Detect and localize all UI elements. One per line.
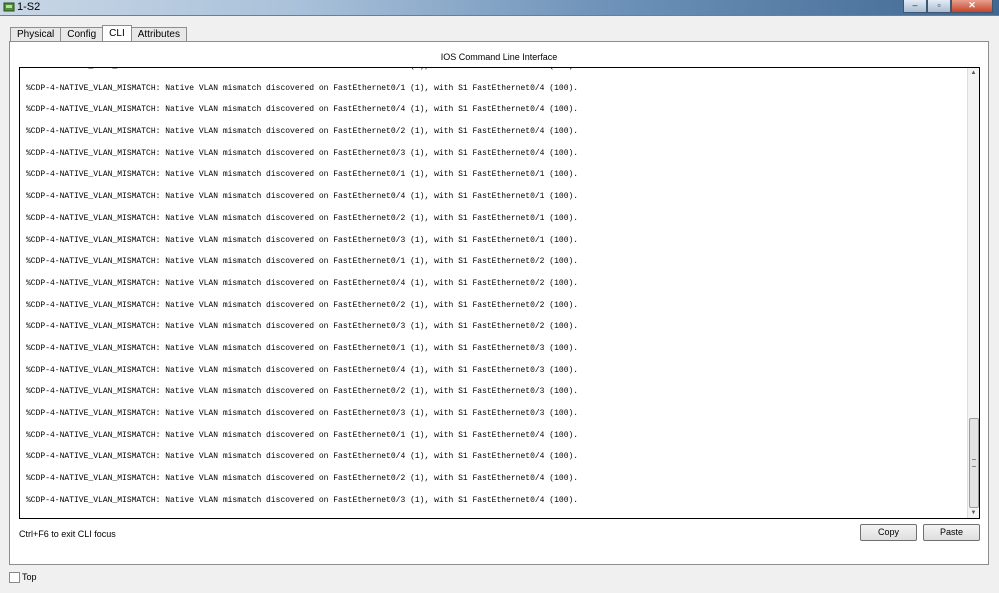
top-label: Top <box>22 572 37 582</box>
top-checkbox[interactable] <box>9 572 20 583</box>
cli-line: %CDP-4-NATIVE_VLAN_MISMATCH: Native VLAN… <box>26 365 579 375</box>
cli-line: %CDP-4-NATIVE_VLAN_MISMATCH: Native VLAN… <box>26 387 579 397</box>
vertical-scrollbar[interactable]: ▲ ▼ <box>967 68 979 518</box>
copy-button[interactable]: Copy <box>860 524 917 541</box>
title-bar: 1-S2 – ▫ ✕ <box>0 0 999 16</box>
maximize-button[interactable]: ▫ <box>927 0 951 13</box>
cli-caption: IOS Command Line Interface <box>440 52 558 62</box>
window-controls: – ▫ ✕ <box>903 0 993 13</box>
device-tabs: Physical Config CLI Attributes <box>10 25 187 42</box>
grip-icon <box>972 459 976 467</box>
cli-console[interactable]: %CDP-4-NATIVE_VLAN_MISMATCH: Native VLAN… <box>19 67 980 519</box>
close-button[interactable]: ✕ <box>951 0 993 13</box>
cli-panel: IOS Command Line Interface %CDP-4-NATIVE… <box>9 41 989 565</box>
cli-line: %CDP-4-NATIVE_VLAN_MISMATCH: Native VLAN… <box>26 257 579 267</box>
cli-output: %CDP-4-NATIVE_VLAN_MISMATCH: Native VLAN… <box>26 68 579 518</box>
minimize-button[interactable]: – <box>903 0 927 13</box>
cli-line: %CDP-4-NATIVE_VLAN_MISMATCH: Native VLAN… <box>26 495 579 505</box>
cli-line: %CDP-4-NATIVE_VLAN_MISMATCH: Native VLAN… <box>26 192 579 202</box>
packet-tracer-icon <box>3 2 15 12</box>
scroll-down-arrow-icon[interactable]: ▼ <box>968 508 979 518</box>
paste-button[interactable]: Paste <box>923 524 980 541</box>
cli-line: %CDP-4-NATIVE_VLAN_MISMATCH: Native VLAN… <box>26 474 579 484</box>
exit-cli-hint: Ctrl+F6 to exit CLI focus <box>19 529 116 539</box>
tab-cli[interactable]: CLI <box>102 25 132 42</box>
cli-line: %CDP-4-NATIVE_VLAN_MISMATCH: Native VLAN… <box>26 68 578 85</box>
cli-line: %CDP-4-NATIVE_VLAN_MISMATCH: Native VLAN… <box>26 343 579 353</box>
scroll-thumb[interactable] <box>969 418 979 508</box>
tab-attributes[interactable]: Attributes <box>130 27 187 41</box>
tab-config[interactable]: Config <box>60 27 104 41</box>
cli-line: %CDP-4-NATIVE_VLAN_MISMATCH: Native VLAN… <box>26 452 579 462</box>
cli-line: %CDP-4-NATIVE_VLAN_MISMATCH: Native VLAN… <box>26 83 579 93</box>
cli-line: %CDP-4-NATIVE_VLAN_MISMATCH: Native VLAN… <box>26 300 579 310</box>
cli-line: %CDP-4-NATIVE_VLAN_MISMATCH: Native VLAN… <box>26 148 579 158</box>
cli-line: %CDP-4-NATIVE_VLAN_MISMATCH: Native VLAN… <box>26 213 579 223</box>
cli-line: %CDP-4-NATIVE_VLAN_MISMATCH: Native VLAN… <box>26 409 579 418</box>
cli-line: %CDP-4-NATIVE_VLAN_MISMATCH: Native VLAN… <box>26 322 579 332</box>
scroll-up-arrow-icon[interactable]: ▲ <box>968 68 979 78</box>
cli-line: %CDP-4-NATIVE_VLAN_MISMATCH: Native VLAN… <box>26 278 579 288</box>
cli-line: %CDP-4-NATIVE_VLAN_MISMATCH: Native VLAN… <box>26 105 579 115</box>
cli-line: %CDP-4-NATIVE_VLAN_MISMATCH: Native VLAN… <box>26 127 579 137</box>
cli-line: %CDP-4-NATIVE_VLAN_MISMATCH: Native VLAN… <box>26 170 579 180</box>
window-title: 1-S2 <box>17 1 41 13</box>
cli-line: %CDP-4-NATIVE_VLAN_MISMATCH: Native VLAN… <box>26 430 579 440</box>
cli-line: %CDP-4-NATIVE_VLAN_MISMATCH: Native VLAN… <box>26 235 579 245</box>
tab-physical[interactable]: Physical <box>10 27 62 41</box>
